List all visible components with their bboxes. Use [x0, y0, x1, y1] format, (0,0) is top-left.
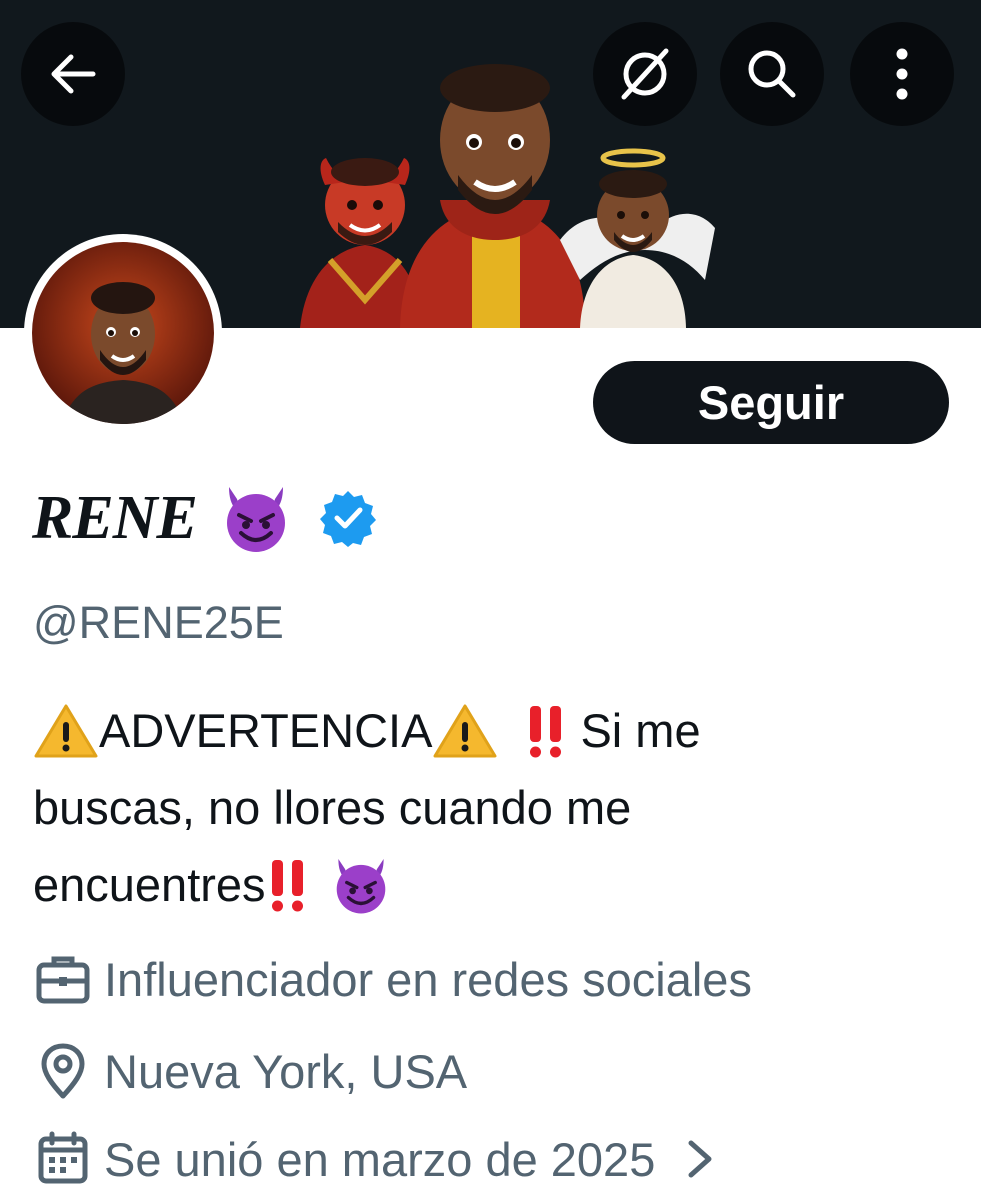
- arrow-left-icon: [51, 54, 96, 94]
- profession-row: Influenciador en redes sociales: [33, 946, 752, 1012]
- grok-button[interactable]: [593, 22, 697, 126]
- more-vertical-icon: [896, 48, 908, 100]
- bio-line-3: encuentres: [33, 846, 933, 923]
- join-date-row[interactable]: Se unió en marzo de 2025: [33, 1126, 717, 1192]
- warning-icon: [433, 704, 497, 757]
- chevron-right-icon: [688, 1140, 712, 1178]
- profile-handle: @RENE25E: [33, 597, 284, 648]
- follow-button[interactable]: Seguir: [593, 361, 949, 444]
- double-exclamation-icon: [271, 859, 303, 911]
- smiling-devil-emoji: [226, 487, 285, 552]
- search-icon: [748, 50, 796, 98]
- more-options-button[interactable]: [850, 22, 954, 126]
- bio-text-3: encuentres: [33, 858, 266, 911]
- grok-icon: [621, 48, 669, 100]
- location-text: Nueva York, USA: [104, 1044, 468, 1098]
- center-character: [400, 64, 585, 328]
- bio-line-1: ADVERTENCIA Si me: [33, 692, 933, 769]
- profession-text: Influenciador en redes sociales: [104, 952, 752, 1006]
- bio-line-2: buscas, no llores cuando me: [33, 781, 632, 834]
- avatar-image: [32, 242, 214, 424]
- bio-warning-text: ADVERTENCIA: [99, 704, 433, 757]
- verified-badge-icon: [319, 491, 376, 547]
- back-button[interactable]: [21, 22, 125, 126]
- search-button[interactable]: [720, 22, 824, 126]
- location-pin-icon: [41, 1043, 85, 1099]
- bio-text-1b: Si me: [580, 704, 701, 757]
- display-name: RENE: [32, 484, 198, 552]
- double-exclamation-icon: [530, 705, 562, 757]
- name-row: RENE: [32, 478, 377, 558]
- profile-bio: ADVERTENCIA Si me buscas, no llores cuan…: [33, 692, 933, 923]
- calendar-icon: [38, 1131, 88, 1184]
- location-row: Nueva York, USA: [33, 1038, 467, 1104]
- join-date-text: Se unió en marzo de 2025: [104, 1132, 656, 1186]
- warning-icon: [34, 704, 98, 757]
- smiling-devil-emoji: [336, 858, 385, 913]
- devil-character: [300, 158, 420, 328]
- profile-avatar[interactable]: [24, 234, 222, 432]
- briefcase-icon: [36, 956, 90, 1004]
